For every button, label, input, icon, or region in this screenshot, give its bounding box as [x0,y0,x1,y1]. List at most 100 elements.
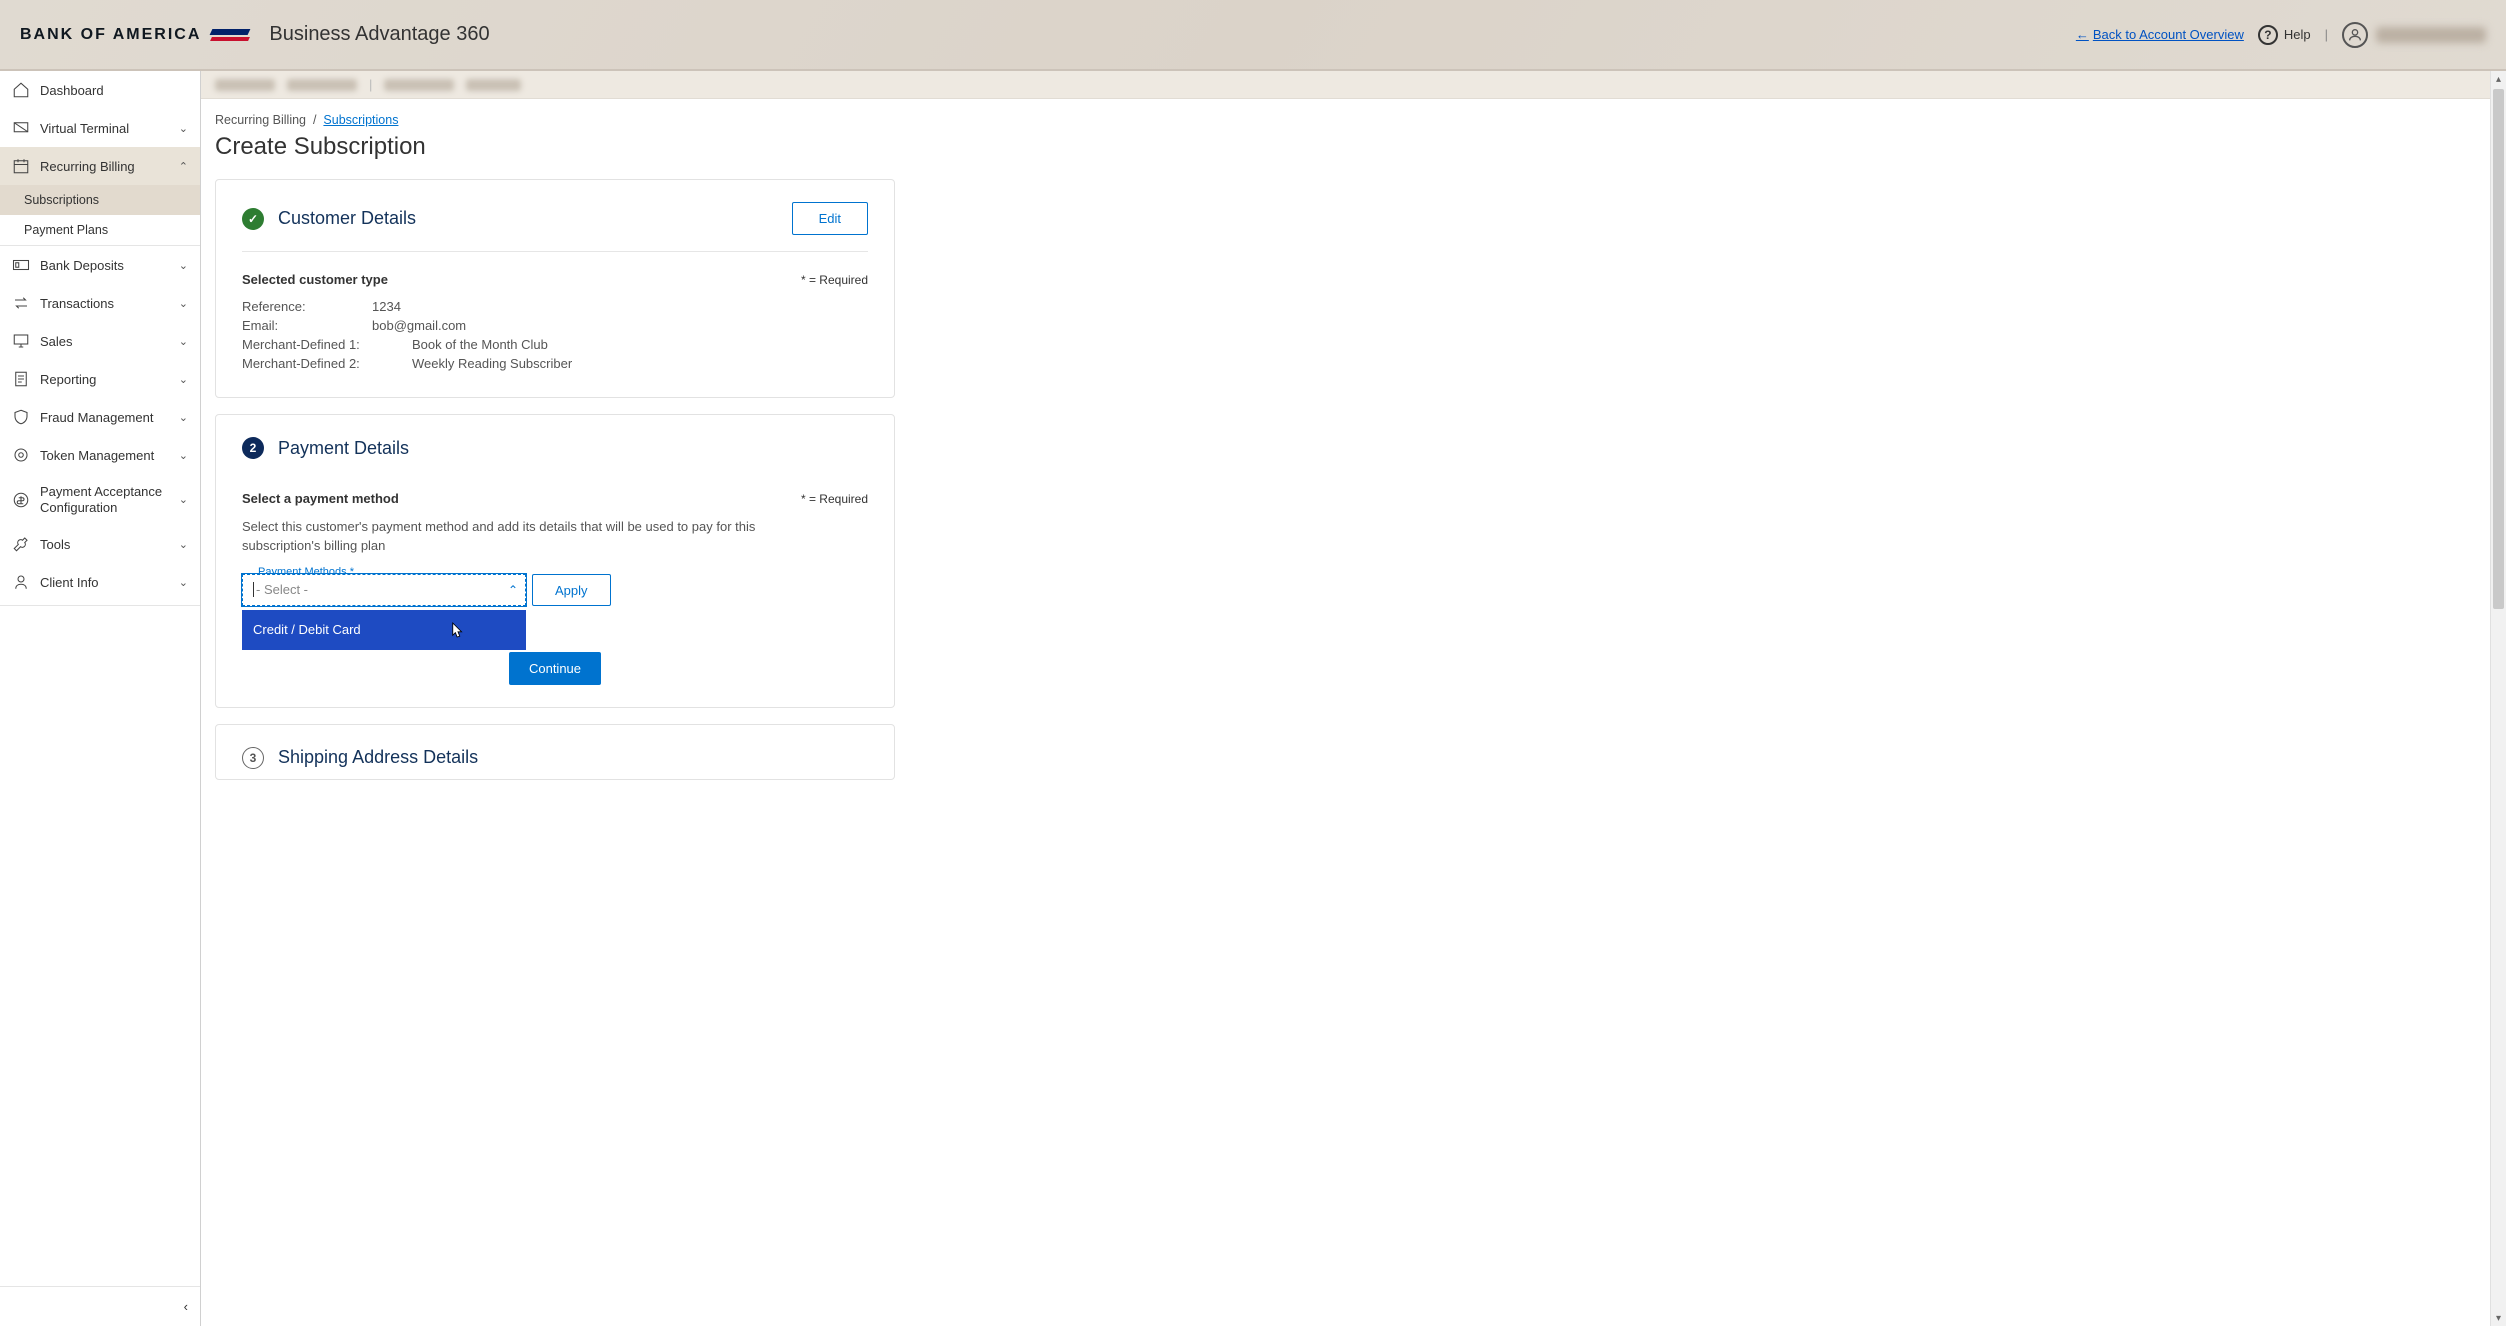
customer-details-card: ✓ Customer Details Edit Selected custome… [215,179,895,398]
sidebar-item-label: Tools [40,537,70,552]
edit-button[interactable]: Edit [792,202,868,235]
gear-dollar-icon [12,491,30,509]
page-title: Create Subscription [215,133,2486,161]
sidebar-item-label: Recurring Billing [40,159,135,174]
chevron-up-icon: ⌃ [179,160,188,173]
dropdown-option-label: Credit / Debit Card [253,622,361,637]
sidebar-item-label: Payment Acceptance Configuration [40,484,169,515]
scrollbar[interactable]: ▴ ▾ [2490,71,2506,1326]
cursor-icon [451,621,465,639]
payment-methods-select[interactable]: - Select - ⌃ [242,574,526,606]
back-to-overview-link[interactable]: ← Back to Account Overview [2076,27,2244,42]
sidebar-item-bank-deposits[interactable]: Bank Deposits ⌄ [0,246,200,284]
scroll-thumb[interactable] [2493,89,2504,609]
required-note: * = Required [801,273,868,287]
sidebar-item-label: Transactions [40,296,114,311]
breadcrumb-root: Recurring Billing [215,113,306,127]
terminal-icon [12,119,30,137]
breadcrumb: Recurring Billing / Subscriptions [215,113,2486,127]
sidebar-item-label: Bank Deposits [40,258,124,273]
chevron-down-icon: ⌄ [179,297,188,310]
sidebar-subitem-label: Payment Plans [24,223,108,237]
card-title-customer: Customer Details [278,208,416,229]
brand-logo: BANK OF AMERICA [20,25,249,45]
chevron-down-icon: ⌄ [179,259,188,272]
md1-value: Book of the Month Club [412,337,548,352]
arrow-left-icon: ← [2076,27,2089,42]
scroll-down-button[interactable]: ▾ [2491,1310,2506,1326]
dropdown-menu: Credit / Debit Card [242,610,526,650]
reference-label: Reference: [242,299,372,314]
continue-button[interactable]: Continue [509,652,601,685]
sidebar-item-client-info[interactable]: Client Info ⌄ [0,563,200,601]
chevron-down-icon: ⌄ [179,373,188,386]
sidebar-item-transactions[interactable]: Transactions ⌄ [0,284,200,322]
account-subheader: | [201,71,2506,99]
transfer-icon [12,294,30,312]
md2-label: Merchant-Defined 2: [242,356,412,371]
step-3-badge: 3 [242,747,264,769]
help-label: Help [2284,27,2311,42]
chevron-down-icon: ⌄ [179,576,188,589]
card-title-shipping: Shipping Address Details [278,747,478,768]
sidebar-item-label: Dashboard [40,83,104,98]
payment-details-card: 2 Payment Details Select a payment metho… [215,414,895,708]
user-menu[interactable] [2342,22,2486,48]
sidebar-item-sales[interactable]: Sales ⌄ [0,322,200,360]
sidebar-item-payment-acceptance[interactable]: Payment Acceptance Configuration ⌄ [0,474,200,525]
content-scroll[interactable]: Recurring Billing / Subscriptions Create… [201,99,2506,1326]
payment-help-text: Select this customer's payment method an… [242,518,762,556]
top-header: BANK OF AMERICA Business Advantage 360 ←… [0,0,2506,71]
sidebar-item-label: Client Info [40,575,99,590]
shield-icon [12,408,30,426]
brand-text: BANK OF AMERICA [20,26,201,44]
sidebar-collapse-button[interactable]: ‹ [0,1286,200,1326]
sidebar-subitem-label: Subscriptions [24,193,99,207]
sidebar-item-token-management[interactable]: Token Management ⌄ [0,436,200,474]
monitor-icon [12,332,30,350]
help-button[interactable]: ? Help [2258,25,2311,45]
divider: | [2325,27,2328,42]
chevron-left-icon: ‹ [184,1299,188,1314]
user-name-redacted [2376,27,2486,43]
md1-label: Merchant-Defined 1: [242,337,412,352]
apply-button[interactable]: Apply [532,574,611,606]
chevron-down-icon: ⌄ [179,411,188,424]
sidebar-item-recurring-billing[interactable]: Recurring Billing ⌃ [0,147,200,185]
sidebar-item-reporting[interactable]: Reporting ⌄ [0,360,200,398]
sidebar-subitem-subscriptions[interactable]: Subscriptions [0,185,200,215]
payment-methods-dropdown[interactable]: - Select - ⌃ Credit / Debit Card [242,574,526,606]
chevron-down-icon: ⌄ [179,493,188,506]
breadcrumb-sep: / [313,113,316,127]
product-name: Business Advantage 360 [269,23,489,46]
bank-icon [12,256,30,274]
chevron-down-icon: ⌄ [179,122,188,135]
selected-customer-type-label: Selected customer type [242,272,388,287]
card-title-payment: Payment Details [278,438,409,459]
sidebar-item-label: Sales [40,334,73,349]
required-note: * = Required [801,492,868,506]
select-payment-heading: Select a payment method [242,491,399,506]
sidebar-item-label: Token Management [40,448,154,463]
wrench-icon [12,535,30,553]
home-icon [12,81,30,99]
document-icon [12,370,30,388]
reference-value: 1234 [372,299,401,314]
sidebar-item-tools[interactable]: Tools ⌄ [0,525,200,563]
chevron-down-icon: ⌄ [179,335,188,348]
sidebar-item-dashboard[interactable]: Dashboard [0,71,200,109]
sidebar-item-fraud-management[interactable]: Fraud Management ⌄ [0,398,200,436]
scroll-up-button[interactable]: ▴ [2491,71,2506,87]
brand-flag-icon [211,25,249,45]
dropdown-option-credit-debit[interactable]: Credit / Debit Card [243,611,525,649]
chevron-down-icon: ⌄ [179,449,188,462]
sidebar-subitem-payment-plans[interactable]: Payment Plans [0,215,200,245]
token-icon [12,446,30,464]
sidebar-item-virtual-terminal[interactable]: Virtual Terminal ⌄ [0,109,200,147]
md2-value: Weekly Reading Subscriber [412,356,572,371]
redacted-text [466,79,521,91]
email-value: bob@gmail.com [372,318,466,333]
breadcrumb-link-subscriptions[interactable]: Subscriptions [323,113,398,127]
chevron-up-icon: ⌃ [508,583,518,597]
sidebar-item-label: Fraud Management [40,410,153,425]
